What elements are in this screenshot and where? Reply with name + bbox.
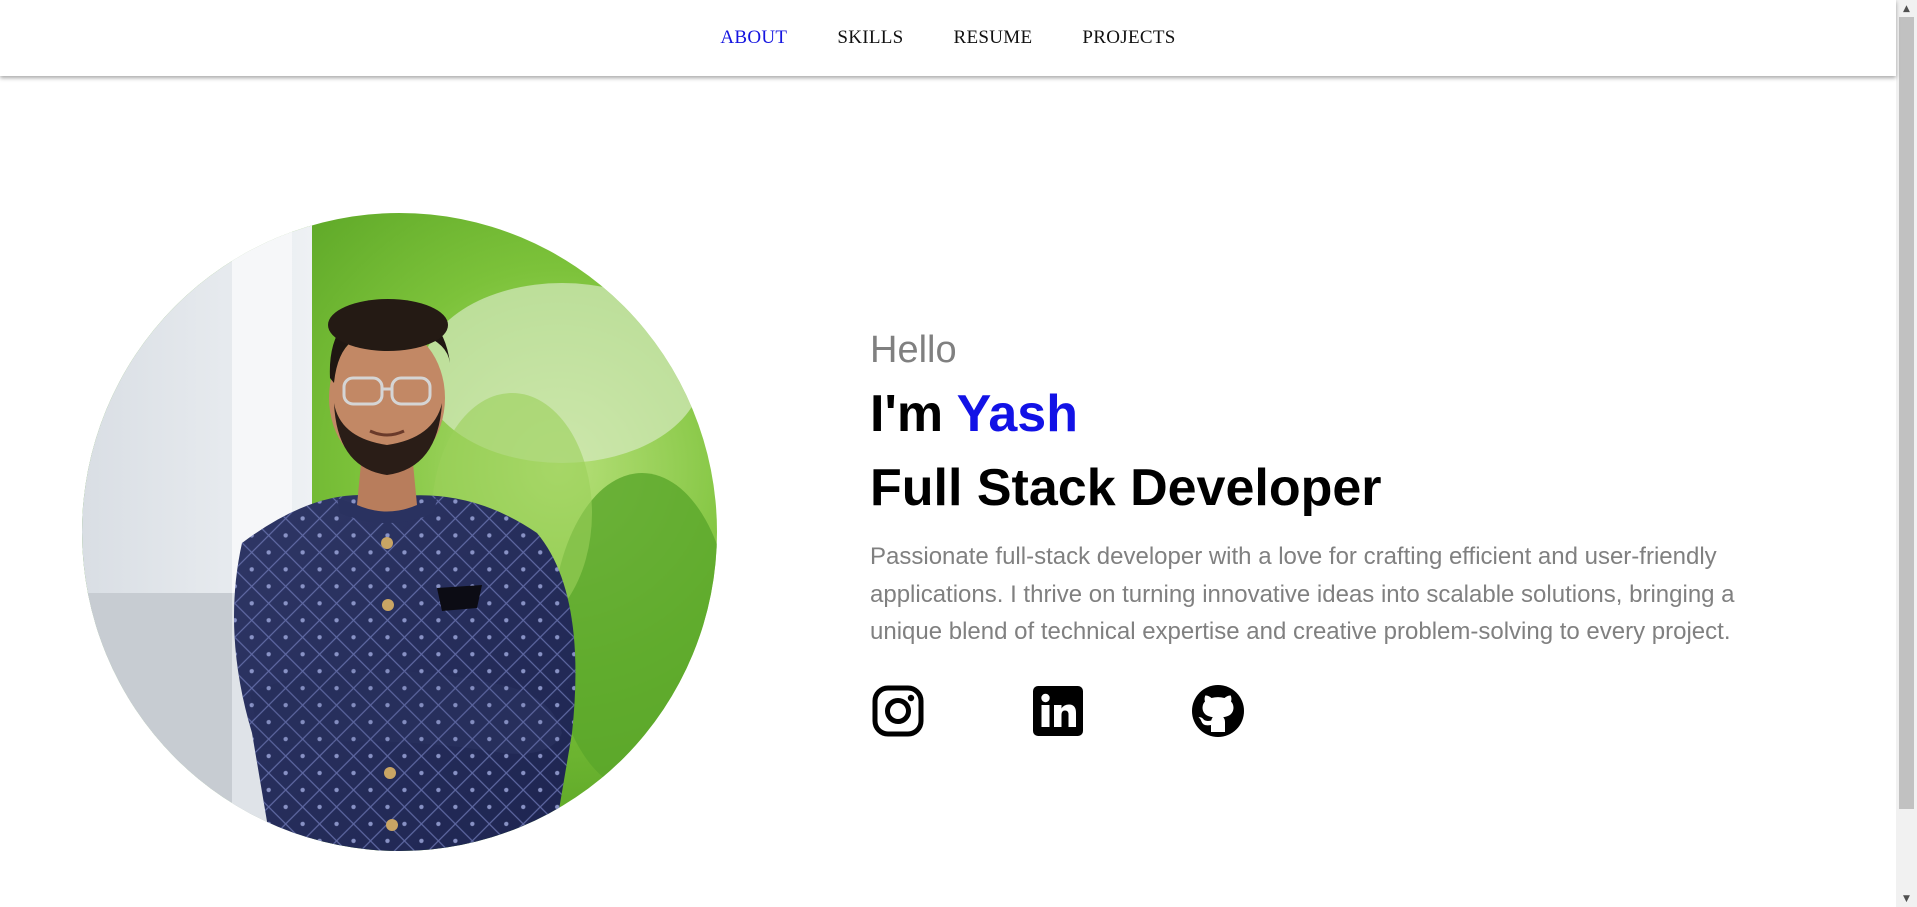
nav-link-about[interactable]: ABOUT [720,27,787,48]
nav-link-skills[interactable]: SKILLS [837,27,903,48]
hero-text: Hello I'm Yash Full Stack Developer Pass… [870,328,1800,651]
linkedin-icon [1033,686,1083,736]
intro-prefix: I'm [870,385,957,443]
page: ABOUT SKILLS RESUME PROJECTS Hello I'm Y… [0,0,1896,907]
linkedin-link[interactable] [1030,683,1086,739]
nav-link-resume[interactable]: RESUME [954,27,1033,48]
github-icon [1192,685,1244,737]
nav-item-projects: PROJECTS [1082,27,1175,49]
nav-item-about: ABOUT [720,27,787,49]
greeting-text: Hello [870,329,957,371]
profile-photo-illustration [82,213,717,851]
name-highlight: Yash [956,385,1078,443]
navbar: ABOUT SKILLS RESUME PROJECTS [0,0,1896,76]
bio-text: Passionate full-stack developer with a l… [870,543,1735,645]
scroll-down-arrow-icon[interactable]: ▼ [1896,890,1917,907]
scroll-up-arrow-icon[interactable]: ▲ [1896,0,1917,17]
role-heading: Full Stack Developer [870,459,1382,517]
intro-heading: I'm Yash [870,384,1800,444]
page-scrollbar[interactable]: ▲ ▼ [1896,0,1917,907]
scroll-thumb[interactable] [1899,17,1914,809]
nav-link-projects[interactable]: PROJECTS [1082,27,1175,48]
nav-links: ABOUT SKILLS RESUME PROJECTS [0,0,1896,76]
nav-item-skills: SKILLS [837,27,903,49]
instagram-icon [872,685,924,737]
github-link[interactable] [1190,683,1246,739]
profile-photo [82,213,717,851]
instagram-link[interactable] [870,683,926,739]
nav-item-resume: RESUME [954,27,1033,49]
social-links [870,683,1350,739]
